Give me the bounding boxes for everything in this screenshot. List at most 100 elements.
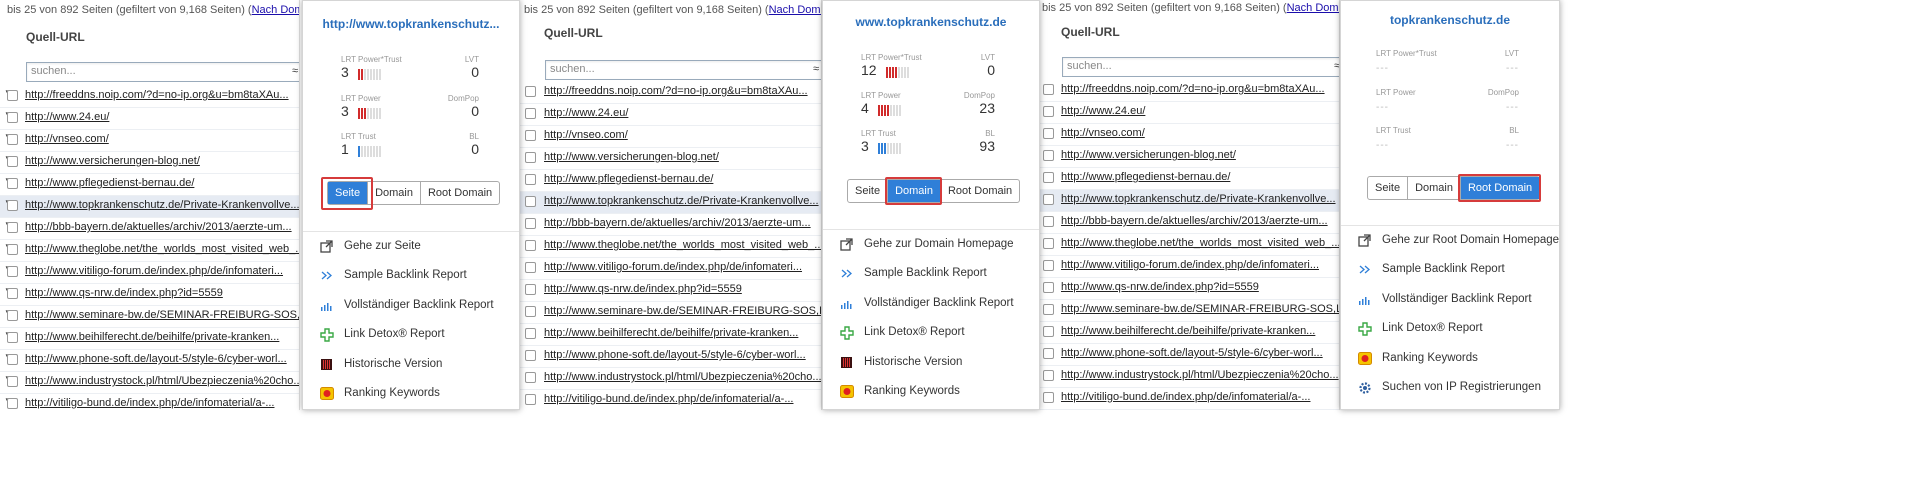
row-checkbox[interactable] [525,284,536,295]
source-url-link[interactable]: http://www.vitiligo-forum.de/index.php/d… [25,265,283,277]
go-to-domain-homepage-item[interactable]: Gehe zur Domain Homepage [823,230,1039,259]
row-checkbox[interactable] [7,310,18,321]
row-checkbox[interactable] [525,86,536,97]
source-url-link[interactable]: http://www.qs-nrw.de/index.php?id=5559 [1061,281,1259,293]
source-url-link[interactable]: http://www.24.eu/ [1061,105,1145,117]
source-url-link[interactable]: http://www.phone-soft.de/layout-5/style-… [544,349,806,361]
row-checkbox[interactable] [7,200,18,211]
source-url-link[interactable]: http://www.versicherungen-blog.net/ [25,155,200,167]
scope-root-domain-button[interactable]: Root Domain [1460,177,1540,199]
search-input[interactable]: suchen... ≈ [545,60,821,80]
source-url-link[interactable]: http://bbb-bayern.de/aktuelles/archiv/20… [544,217,811,229]
source-url-link[interactable]: http://vnseo.com/ [1061,127,1145,139]
row-checkbox[interactable] [1043,216,1054,227]
row-checkbox[interactable] [7,398,18,409]
row-checkbox[interactable] [1043,128,1054,139]
source-url-link[interactable]: http://www.beihilferecht.de/beihilfe/pri… [25,331,279,343]
source-url-link[interactable]: http://www.24.eu/ [544,107,628,119]
source-url-link[interactable]: http://www.qs-nrw.de/index.php?id=5559 [544,283,742,295]
row-checkbox[interactable] [1043,238,1054,249]
row-checkbox[interactable] [1043,84,1054,95]
source-url-link[interactable]: http://vitiligo-bund.de/index.php/de/inf… [25,397,274,409]
source-url-link[interactable]: http://vitiligo-bund.de/index.php/de/inf… [544,393,793,405]
row-checkbox[interactable] [1043,260,1054,271]
source-url-link[interactable]: http://bbb-bayern.de/aktuelles/archiv/20… [1061,215,1328,227]
group-by-domain-link[interactable]: Nach Domain gr [252,4,299,16]
full-backlink-report-item[interactable]: Vollständiger Backlink Report [303,291,519,320]
row-checkbox[interactable] [1043,106,1054,117]
source-url-link[interactable]: http://www.seminare-bw.de/SEMINAR-FREIBU… [544,305,821,317]
ranking-keywords-item[interactable]: Ranking Keywords [823,377,1039,406]
source-url-link[interactable]: http://www.pflegedienst-bernau.de/ [1061,171,1230,183]
historic-version-item[interactable]: Historische Version [303,350,519,379]
source-url-link[interactable]: http://vitiligo-bund.de/index.php/de/inf… [1061,391,1310,403]
row-checkbox[interactable] [7,354,18,365]
source-url-link[interactable]: http://www.versicherungen-blog.net/ [1061,149,1236,161]
scope-page-button[interactable]: Seite [1368,177,1409,199]
row-checkbox[interactable] [7,134,18,145]
source-url-link[interactable]: http://www.24.eu/ [25,111,109,123]
group-by-domain-link[interactable]: Nach Domain gr [769,4,821,16]
row-checkbox[interactable] [7,90,18,101]
source-url-link[interactable]: http://www.beihilferecht.de/beihilfe/pri… [544,327,798,339]
filter-icon[interactable]: ≈ [292,65,298,77]
row-checkbox[interactable] [525,174,536,185]
sample-backlink-report-item[interactable]: Sample Backlink Report [1341,255,1559,284]
row-checkbox[interactable] [7,376,18,387]
source-url-link[interactable]: http://www.seminare-bw.de/SEMINAR-FREIBU… [25,309,299,321]
source-url-link[interactable]: http://www.versicherungen-blog.net/ [544,151,719,163]
source-url-link[interactable]: http://www.industrystock.pl/html/Ubezpie… [1061,369,1339,381]
full-backlink-report-item[interactable]: Vollständiger Backlink Report [1341,285,1559,314]
row-checkbox[interactable] [1043,370,1054,381]
source-url-link[interactable]: http://www.topkrankenschutz.de/Private-K… [544,195,819,207]
row-checkbox[interactable] [7,156,18,167]
source-url-link[interactable]: http://bbb-bayern.de/aktuelles/archiv/20… [25,221,292,233]
popup-title[interactable]: topkrankenschutz.de [1341,13,1559,27]
row-checkbox[interactable] [525,218,536,229]
row-checkbox[interactable] [7,266,18,277]
row-checkbox[interactable] [525,306,536,317]
source-url-link[interactable]: http://www.beihilferecht.de/beihilfe/pri… [1061,325,1315,337]
row-checkbox[interactable] [1043,326,1054,337]
source-url-link[interactable]: http://www.theglobe.net/the_worlds_most_… [25,243,299,255]
source-url-link[interactable]: http://www.phone-soft.de/layout-5/style-… [25,353,287,365]
search-input[interactable]: suchen... ≈ [26,62,299,82]
popup-title[interactable]: http://www.topkrankenschutz... [303,17,519,31]
row-checkbox[interactable] [525,328,536,339]
scope-page-button[interactable]: Seite [848,180,889,202]
ranking-keywords-item[interactable]: Ranking Keywords [1341,344,1559,373]
filter-icon[interactable]: ≈ [813,63,819,75]
scope-domain-button[interactable]: Domain [888,180,941,202]
source-url-link[interactable]: http://www.topkrankenschutz.de/Private-K… [1061,193,1336,205]
row-checkbox[interactable] [1043,348,1054,359]
source-url-link[interactable]: http://www.vitiligo-forum.de/index.php/d… [544,261,802,273]
source-url-link[interactable]: http://www.industrystock.pl/html/Ubezpie… [25,375,299,387]
scope-page-button[interactable]: Seite [328,182,369,204]
source-url-link[interactable]: http://vnseo.com/ [25,133,109,145]
search-input[interactable]: suchen... ≈ [1062,57,1339,77]
source-url-link[interactable]: http://freeddns.noip.com/?d=no-ip.org&u=… [1061,83,1325,95]
sample-backlink-report-item[interactable]: Sample Backlink Report [823,259,1039,288]
source-url-link[interactable]: http://vnseo.com/ [544,129,628,141]
full-backlink-report-item[interactable]: Vollständiger Backlink Report [823,289,1039,318]
source-url-link[interactable]: http://www.seminare-bw.de/SEMINAR-FREIBU… [1061,303,1339,315]
row-checkbox[interactable] [525,240,536,251]
scope-domain-button[interactable]: Domain [1408,177,1461,199]
row-checkbox[interactable] [1043,150,1054,161]
row-checkbox[interactable] [7,112,18,123]
row-checkbox[interactable] [1043,304,1054,315]
row-checkbox[interactable] [525,372,536,383]
source-url-link[interactable]: http://www.vitiligo-forum.de/index.php/d… [1061,259,1319,271]
link-detox-report-item[interactable]: Link Detox® Report [1341,314,1559,343]
source-url-link[interactable]: http://freeddns.noip.com/?d=no-ip.org&u=… [25,89,289,101]
group-by-domain-link[interactable]: Nach Domain gr [1287,2,1339,14]
column-header-source-url[interactable]: Quell-URL [544,26,603,40]
popup-title[interactable]: www.topkrankenschutz.de [823,15,1039,29]
source-url-link[interactable]: http://www.industrystock.pl/html/Ubezpie… [544,371,821,383]
row-checkbox[interactable] [1043,392,1054,403]
source-url-link[interactable]: http://www.theglobe.net/the_worlds_most_… [544,239,821,251]
go-to-root-domain-homepage-item[interactable]: Gehe zur Root Domain Homepage [1341,226,1559,255]
row-checkbox[interactable] [1043,172,1054,183]
scope-domain-button[interactable]: Domain [368,182,421,204]
row-checkbox[interactable] [525,196,536,207]
